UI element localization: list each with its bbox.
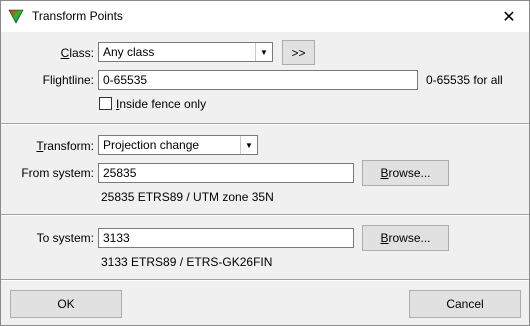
chevron-down-icon: ▼ [240,136,257,154]
flightline-input[interactable] [98,70,418,90]
class-select-value: Any class [103,45,155,59]
inside-fence-checkbox[interactable] [99,97,112,110]
from-system-browse-button[interactable]: Browse... [362,160,449,186]
transform-label: Transform: [21,139,94,153]
triangle-color-icon [8,9,24,24]
close-icon: ✕ [502,8,516,26]
class-more-button[interactable]: >> [282,40,315,65]
from-system-description: 25835 ETRS89 / UTM zone 35N [101,190,274,204]
to-system-input[interactable] [98,228,354,248]
window-title: Transform Points [32,9,123,23]
inside-fence-rest: nside fence only [119,97,207,111]
cancel-button[interactable]: Cancel [409,290,521,318]
transform-points-dialog: Transform Points ✕ Class: Any class ▼ >>… [0,0,530,326]
class-select[interactable]: Any class ▼ [98,42,273,62]
class-label: Class: [21,46,94,60]
chevron-down-icon: ▼ [255,43,272,61]
to-browse-label: Browse... [380,231,430,245]
to-system-browse-button[interactable]: Browse... [362,225,449,251]
from-browse-accel: B [380,166,389,180]
section-divider-3-highlight [1,280,529,281]
from-system-input[interactable] [98,163,354,183]
from-browse-label: Browse... [380,166,430,180]
ok-button[interactable]: OK [10,290,122,318]
class-label-rest: lass: [69,46,94,60]
transform-select[interactable]: Projection change ▼ [98,135,258,155]
to-browse-accel: B [380,231,389,245]
close-button[interactable]: ✕ [489,1,529,32]
flightline-label: Flightline: [42,73,94,87]
from-system-label: From system: [21,166,94,180]
transform-select-value: Projection change [103,138,200,152]
to-system-label: To system: [36,231,94,245]
to-system-description: 3133 ETRS89 / ETRS-GK26FIN [101,255,273,269]
from-browse-rest: rowse... [388,166,431,180]
to-browse-rest: rowse... [388,231,431,245]
ok-label: OK [57,297,75,311]
class-label-accel: C [60,46,70,60]
cancel-label: Cancel [446,297,484,311]
transform-label-rest: ransform: [43,139,94,153]
class-more-label: >> [291,45,306,60]
section-divider-2-highlight [1,215,529,216]
inside-fence-label: Inside fence only [116,97,206,111]
flightline-hint: 0-65535 for all [426,73,503,87]
section-divider-1-highlight [1,124,529,125]
title-bar: Transform Points ✕ [1,1,529,32]
